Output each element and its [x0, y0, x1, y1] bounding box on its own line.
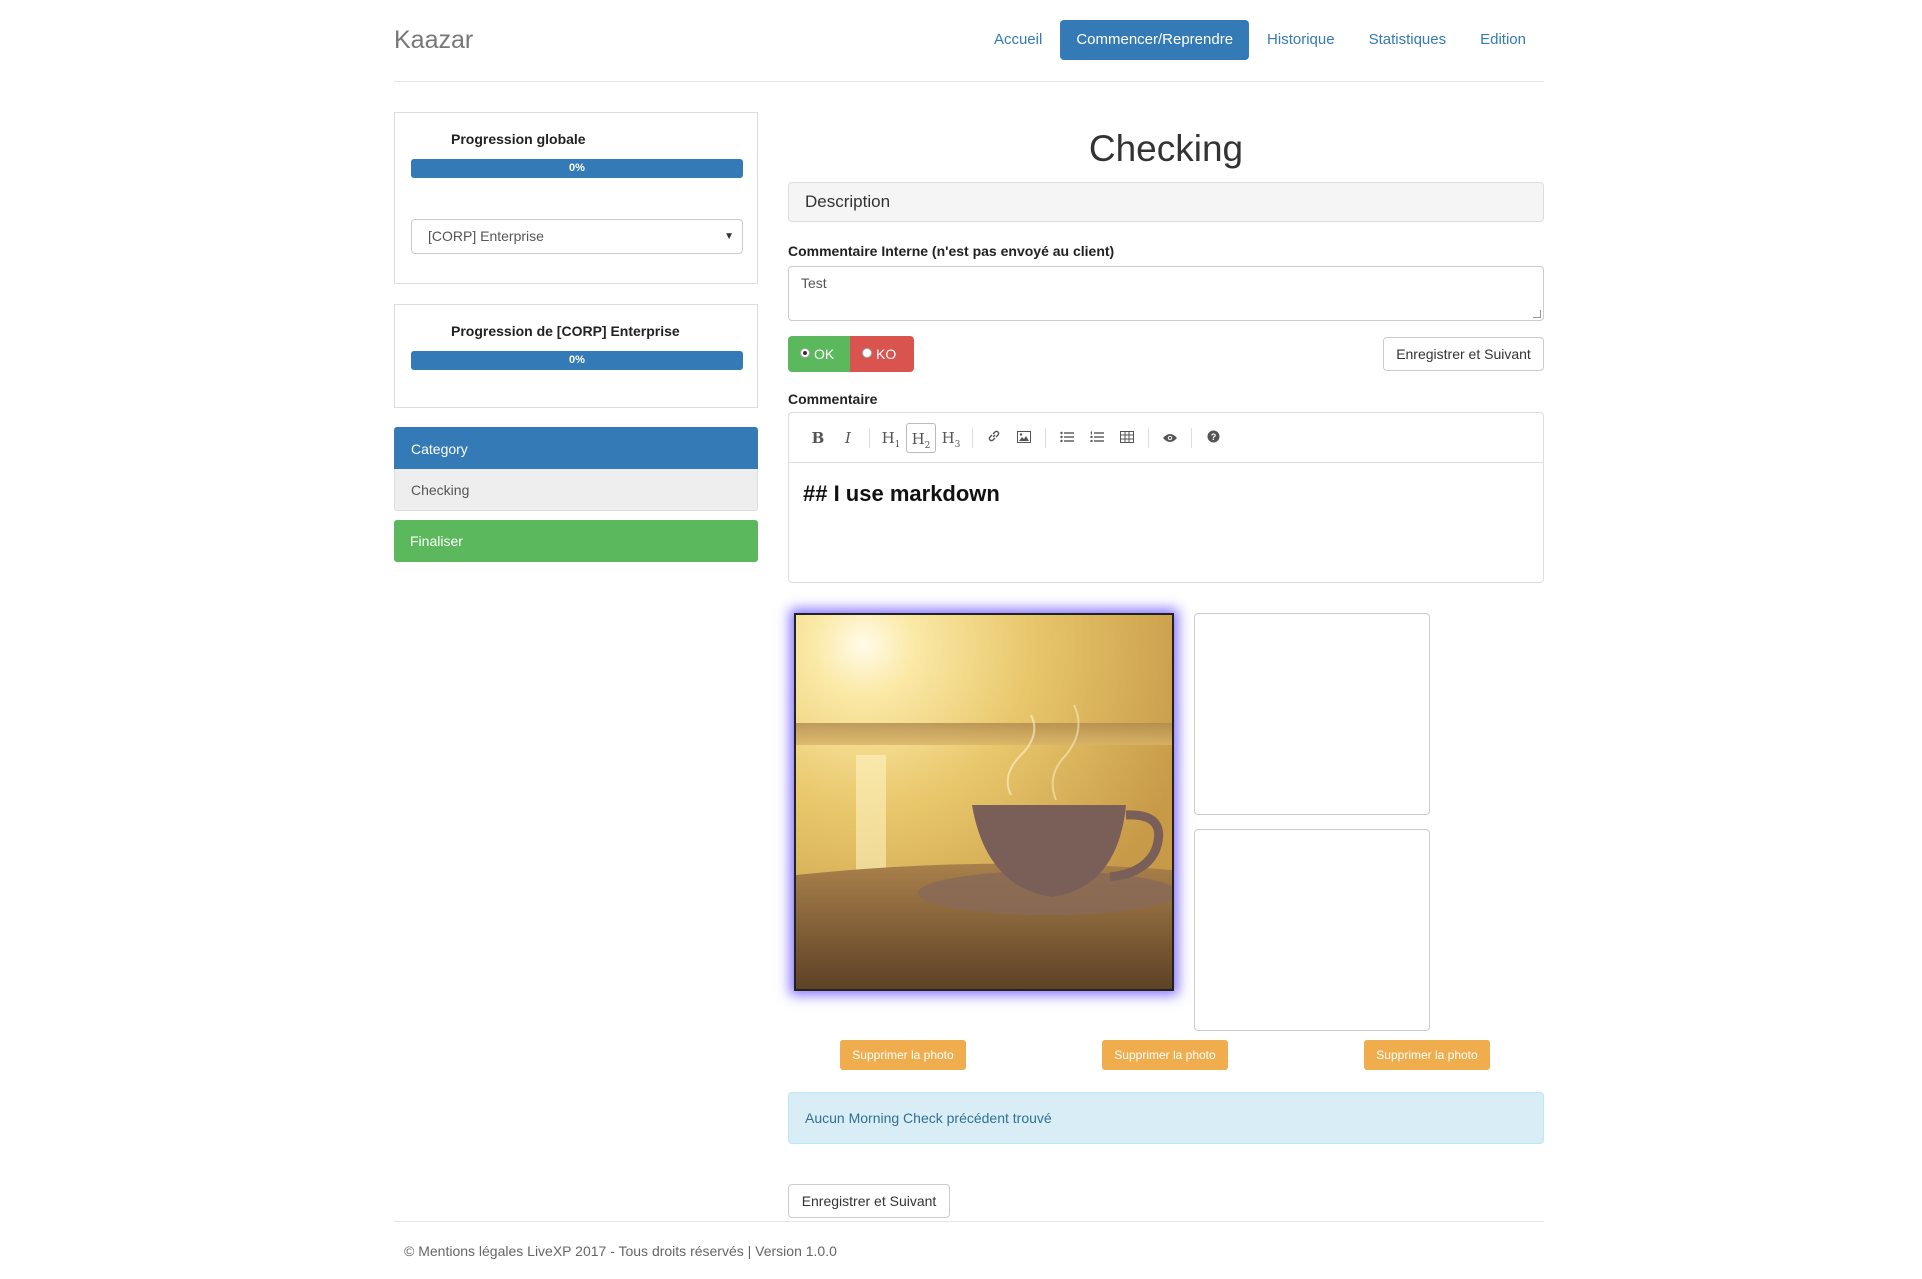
help-icon[interactable]: ?	[1198, 423, 1228, 453]
resize-handle[interactable]	[1533, 310, 1541, 318]
footer-divider	[394, 1221, 1544, 1222]
photo-slot-empty[interactable]	[1194, 829, 1430, 1031]
section-progress-bar-track: 0%	[411, 351, 743, 370]
ordered-list-icon[interactable]	[1082, 423, 1112, 453]
chevron-down-icon: ▼	[724, 231, 734, 242]
toolbar-separator	[869, 427, 870, 448]
italic-icon[interactable]: I	[833, 423, 863, 453]
toolbar-separator	[972, 427, 973, 448]
heading-1-icon[interactable]: H1	[876, 423, 906, 453]
category-header[interactable]: Category	[394, 427, 758, 469]
internal-comment-field[interactable]: Test	[788, 266, 1544, 321]
save-next-button-bottom[interactable]: Enregistrer et Suivant	[788, 1184, 950, 1218]
nav-edition[interactable]: Edition	[1464, 20, 1542, 60]
enterprise-select-value: [CORP] Enterprise	[428, 228, 544, 244]
ko-label: KO	[876, 346, 897, 362]
info-alert: Aucun Morning Check précédent trouvé	[788, 1092, 1544, 1144]
category-item-checking[interactable]: Checking	[394, 469, 758, 511]
radio-unchecked-icon	[862, 348, 872, 359]
enterprise-select[interactable]: [CORP] Enterprise ▼	[411, 219, 743, 254]
editor-toolbar: B I H1 H2 H3 ?	[789, 413, 1543, 463]
ok-radio-button[interactable]: OK	[788, 336, 850, 372]
page-title: Checking	[1088, 128, 1244, 169]
footer-text: © Mentions légales LiveXP 2017 - Tous dr…	[404, 1243, 837, 1259]
nav-accueil[interactable]: Accueil	[978, 20, 1058, 60]
global-progress-bar-track: 0%	[411, 159, 743, 178]
nav-statistiques[interactable]: Statistiques	[1353, 20, 1463, 60]
ok-label: OK	[814, 346, 835, 362]
heading-2-icon[interactable]: H2	[906, 422, 936, 453]
link-icon[interactable]	[979, 423, 1009, 453]
editor-content[interactable]: ## I use markdown	[789, 463, 1543, 525]
toolbar-separator	[1148, 427, 1149, 448]
heading-3-icon[interactable]: H3	[936, 423, 966, 453]
markdown-editor: B I H1 H2 H3 ? ## I use markdown	[788, 412, 1544, 583]
photo-slot-empty[interactable]	[1194, 613, 1430, 815]
photo-coffee-cup[interactable]	[794, 613, 1174, 991]
section-progress-panel: Progression de [CORP] Enterprise 0%	[394, 304, 758, 408]
top-navigation: Accueil Commencer/Reprendre Historique S…	[976, 20, 1542, 60]
nav-historique[interactable]: Historique	[1251, 20, 1351, 60]
table-icon[interactable]	[1112, 423, 1142, 453]
toolbar-separator	[1045, 427, 1046, 448]
delete-photo-button[interactable]: Supprimer la photo	[1364, 1040, 1490, 1070]
svg-text:?: ?	[1210, 432, 1216, 442]
image-icon[interactable]	[1009, 423, 1039, 453]
description-panel[interactable]: Description	[788, 182, 1544, 222]
preview-icon[interactable]	[1155, 423, 1185, 453]
bold-icon[interactable]: B	[803, 423, 833, 453]
internal-comment-value: Test	[801, 275, 827, 291]
delete-photo-button[interactable]: Supprimer la photo	[840, 1040, 966, 1070]
internal-comment-label: Commentaire Interne (n'est pas envoyé au…	[788, 243, 1115, 259]
toolbar-separator	[1191, 427, 1192, 448]
delete-photo-button[interactable]: Supprimer la photo	[1102, 1040, 1228, 1070]
header-divider	[394, 81, 1544, 82]
nav-commencer-reprendre[interactable]: Commencer/Reprendre	[1060, 20, 1250, 60]
save-next-button-top[interactable]: Enregistrer et Suivant	[1383, 337, 1544, 371]
category-list: Category Checking	[394, 427, 758, 511]
section-progress-title: Progression de [CORP] Enterprise	[451, 323, 680, 339]
comment-label: Commentaire	[788, 391, 878, 407]
finalize-button[interactable]: Finaliser	[394, 520, 758, 562]
unordered-list-icon[interactable]	[1052, 423, 1082, 453]
ko-radio-button[interactable]: KO	[850, 336, 914, 372]
global-progress-bar: 0%	[411, 159, 743, 178]
radio-checked-icon	[800, 348, 810, 359]
global-progress-title: Progression globale	[451, 131, 586, 147]
global-progress-panel: Progression globale 0% [CORP] Enterprise…	[394, 112, 758, 284]
brand-logo[interactable]: Kaazar	[394, 26, 473, 55]
section-progress-bar: 0%	[411, 351, 743, 370]
